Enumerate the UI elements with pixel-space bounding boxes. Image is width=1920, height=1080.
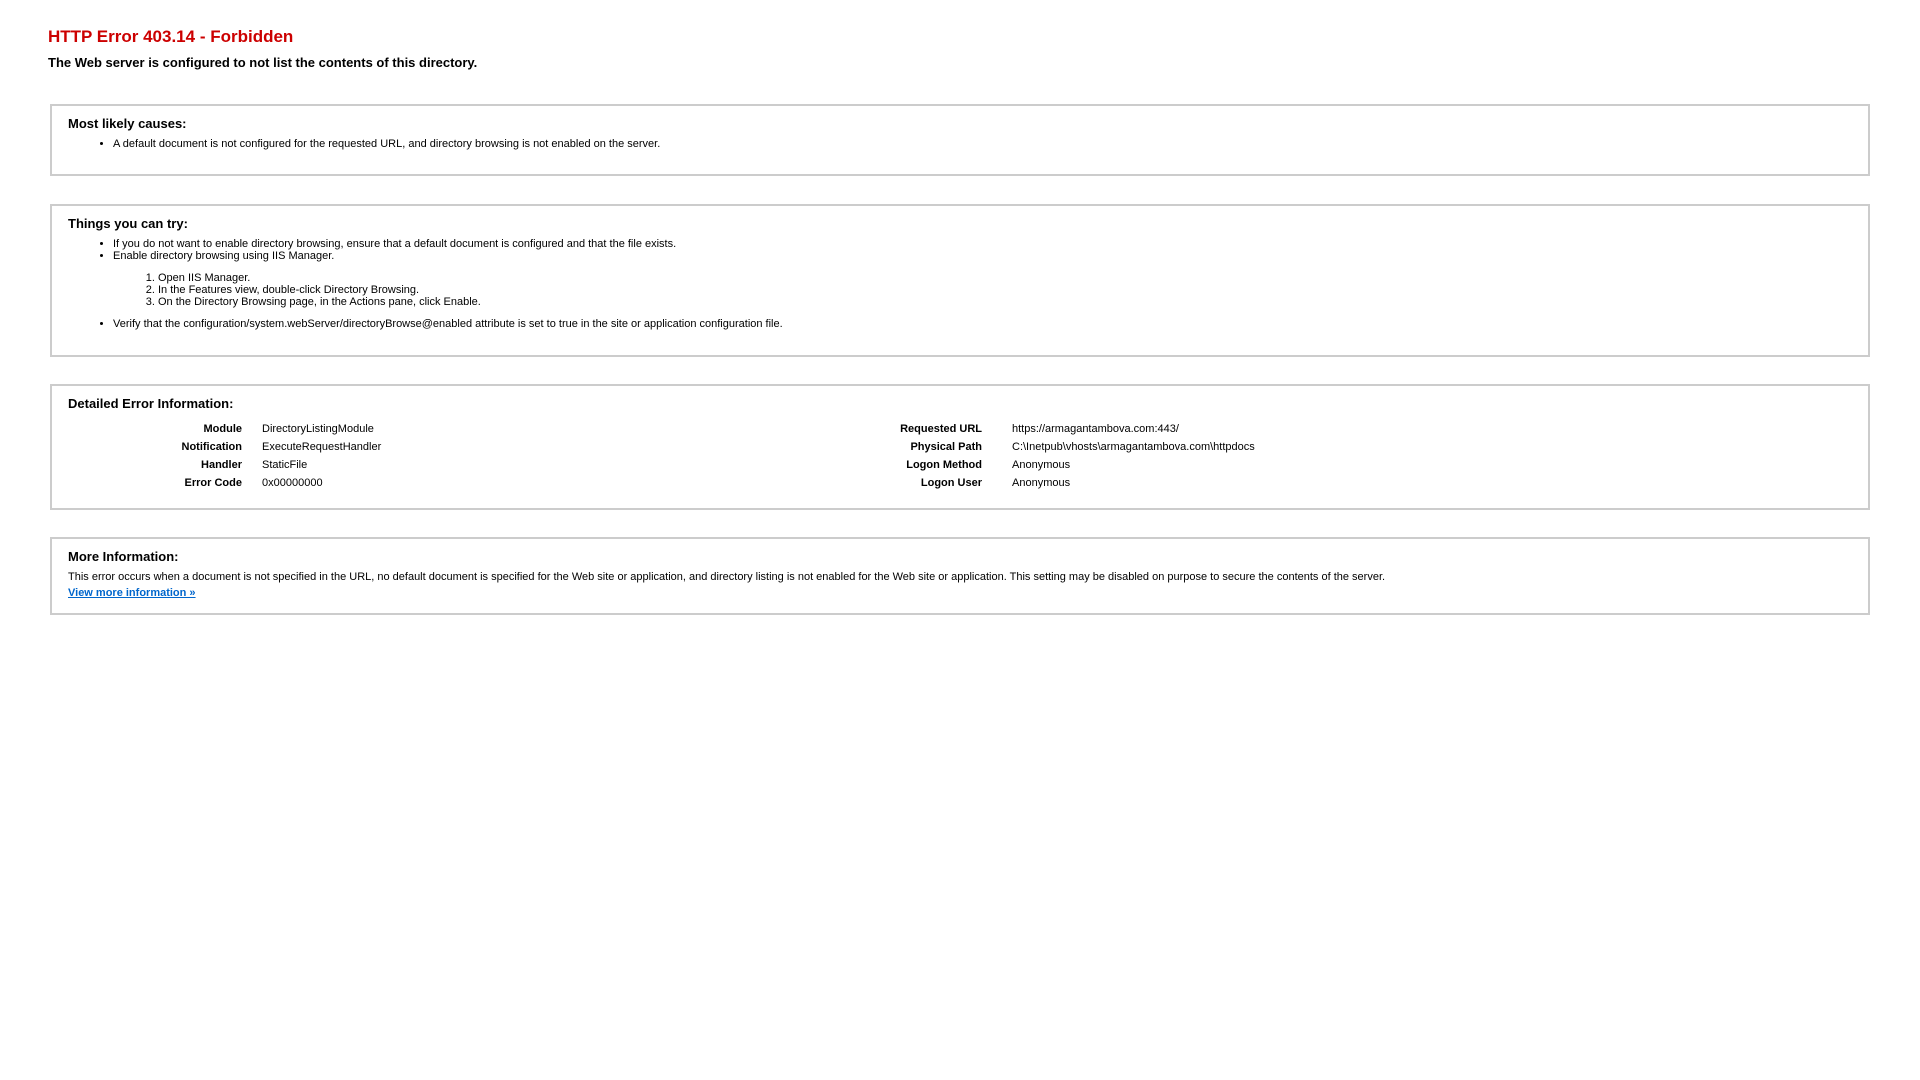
detail-column-right: Requested URL https://armagantambova.com:…	[836, 420, 1255, 492]
step-item: On the Directory Browsing page, in the A…	[158, 296, 1852, 308]
detail-label: Notification	[181, 441, 243, 453]
detail-row: Error Code 0x00000000	[68, 474, 381, 492]
page-title: HTTP Error 403.14 - Forbidden	[48, 27, 294, 46]
step-item: In the Features view, double-click Direc…	[158, 284, 1852, 296]
detail-label: Physical Path	[910, 441, 982, 453]
list-item: A default document is not configured for…	[113, 138, 1852, 150]
detail-row: Physical Path C:\Inetpub\vhosts\armaganta…	[836, 438, 1255, 456]
page-subtitle: The Web server is configured to not list…	[48, 55, 478, 70]
view-more-information-link[interactable]: View more information »	[68, 587, 196, 599]
list-item: Verify that the configuration/system.web…	[113, 318, 1852, 330]
detail-value: Anonymous	[1012, 459, 1071, 471]
detail-row: Notification ExecuteRequestHandler	[68, 438, 382, 456]
section-heading: Detailed Error Information:	[68, 396, 234, 411]
detail-table: Module DirectoryListingModule Notificatio…	[68, 420, 1852, 492]
detail-row: Logon User Anonymous	[836, 474, 1255, 492]
detailed-error-information-section: Detailed Error Information: Module Direct…	[50, 384, 1870, 510]
error-header: HTTP Error 403.14 - Forbidden The Web se…	[48, 26, 477, 71]
detail-value: 0x00000000	[262, 477, 323, 489]
detail-row: Requested URL https://armagantambova.com:…	[836, 420, 1255, 438]
error-page: HTTP Error 403.14 - Forbidden The Web se…	[0, 0, 1920, 1080]
section-heading: Most likely causes:	[68, 116, 187, 131]
detail-label: Module	[203, 423, 243, 435]
detail-value: StaticFile	[262, 459, 308, 471]
list-item: Enable directory browsing using IIS Mana…	[113, 250, 1852, 308]
detail-value: https://armagantambova.com:443/	[1012, 423, 1179, 435]
detail-label: Logon User	[920, 477, 982, 489]
section-heading: Things you can try:	[68, 216, 188, 231]
detail-label: Handler	[201, 459, 242, 471]
detail-value: ExecuteRequestHandler	[262, 441, 382, 453]
detail-value: C:\Inetpub\vhosts\armagantambova.com\htt…	[1012, 441, 1255, 453]
more-information-section: More Information: This error occurs when…	[50, 537, 1870, 615]
detail-value: DirectoryListingModule	[262, 423, 374, 435]
most-likely-causes-section: Most likely causes: A default document i…	[50, 104, 1870, 176]
detail-row: Logon Method Anonymous	[836, 456, 1255, 474]
detail-label: Error Code	[184, 477, 242, 489]
more-info-text: This error occurs when a document is not…	[68, 571, 1386, 583]
things-you-can-try-section: Things you can try: If you do not want t…	[50, 204, 1870, 357]
detail-row: Handler StaticFile	[68, 456, 381, 474]
section-heading: More Information:	[68, 549, 179, 564]
causes-list: A default document is not configured for…	[68, 138, 1852, 150]
detail-value: Anonymous	[1012, 477, 1071, 489]
detail-column-left: Module DirectoryListingModule Notificatio…	[68, 420, 382, 492]
list-item-text: Enable directory browsing using IIS Mana…	[113, 250, 335, 262]
list-item: If you do not want to enable directory b…	[113, 238, 1852, 250]
detail-label: Requested URL	[900, 423, 982, 435]
try-list: If you do not want to enable directory b…	[68, 238, 1852, 330]
detail-row: Module DirectoryListingModule	[68, 420, 381, 438]
detail-label: Logon Method	[906, 459, 982, 471]
step-item: Open IIS Manager.	[158, 272, 1852, 284]
steps-list: Open IIS Manager. In the Features view, …	[113, 272, 1852, 308]
